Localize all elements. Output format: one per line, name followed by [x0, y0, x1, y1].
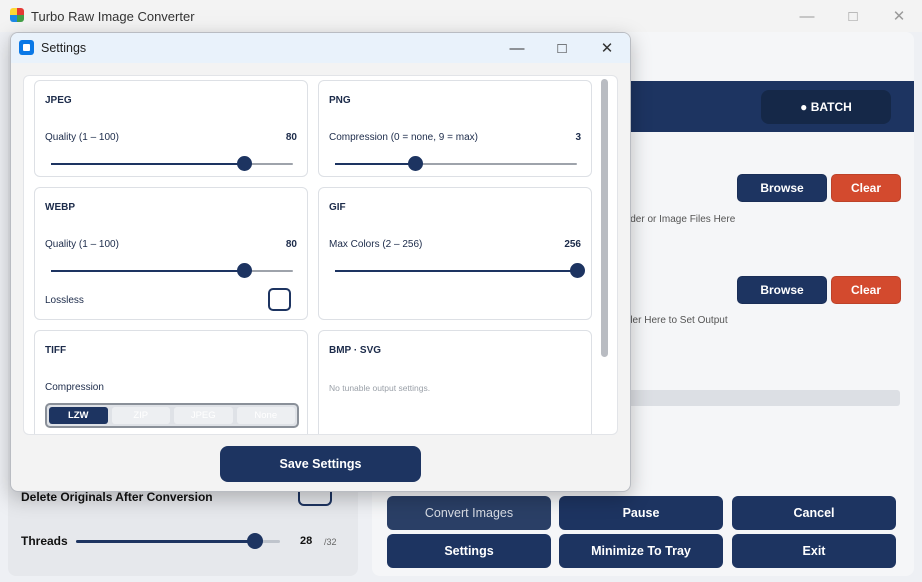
batch-mode-button[interactable]: ● BATCH [761, 90, 891, 124]
gif-colors-label: Max Colors (2 – 256) [329, 239, 423, 250]
maximize-icon[interactable]: □ [830, 0, 876, 32]
jpeg-quality-value: 80 [285, 132, 297, 143]
gif-card: GIF Max Colors (2 – 256) 256 [318, 187, 592, 320]
output-clear-button[interactable]: Clear [831, 276, 901, 304]
minimize-to-tray-button[interactable]: Minimize To Tray [559, 534, 723, 568]
save-settings-button[interactable]: Save Settings [220, 446, 421, 482]
settings-dialog: Settings — □ ✕ JPEG Quality (1 – 100) 80… [10, 32, 631, 492]
dialog-maximize-icon[interactable]: □ [539, 33, 585, 63]
jpeg-slider-fill [51, 163, 245, 165]
gif-colors-value: 256 [564, 239, 581, 250]
tiff-option-none[interactable]: None [236, 407, 295, 424]
png-card: PNG Compression (0 = none, 9 = max) 3 [318, 80, 592, 177]
png-compression-slider[interactable] [335, 156, 577, 171]
close-icon[interactable]: ✕ [876, 0, 922, 32]
input-clear-button[interactable]: Clear [831, 174, 901, 202]
settings-titlebar: Settings — □ ✕ [11, 33, 630, 63]
dialog-close-icon[interactable]: ✕ [584, 33, 630, 63]
webp-title: WEBP [45, 202, 75, 213]
tiff-title: TIFF [45, 345, 67, 356]
jpeg-quality-label: Quality (1 – 100) [45, 132, 119, 143]
png-slider-thumb[interactable] [408, 156, 424, 171]
input-browse-button[interactable]: Browse [737, 174, 827, 202]
threads-max: /32 [324, 537, 337, 547]
output-drop-hint: der Here to Set Output [627, 315, 728, 326]
gif-title: GIF [329, 202, 346, 213]
jpeg-card: JPEG Quality (1 – 100) 80 [34, 80, 308, 177]
convert-images-button[interactable]: Convert Images [387, 496, 551, 530]
threads-slider-fill [76, 540, 255, 543]
bmp-svg-note: No tunable output settings. [329, 383, 431, 393]
pause-button[interactable]: Pause [559, 496, 723, 530]
settings-title: Settings [41, 41, 87, 55]
app-title: Turbo Raw Image Converter [31, 9, 195, 24]
webp-card: WEBP Quality (1 – 100) 80 Lossless [34, 187, 308, 320]
cancel-button[interactable]: Cancel [732, 496, 896, 530]
gif-slider-thumb[interactable] [569, 263, 585, 278]
exit-button[interactable]: Exit [732, 534, 896, 568]
jpeg-slider-thumb[interactable] [237, 156, 253, 171]
settings-window-icon [19, 40, 34, 55]
tiff-option-zip[interactable]: ZIP [111, 407, 170, 424]
settings-scrollbar[interactable] [601, 79, 608, 357]
dialog-minimize-icon[interactable]: — [494, 33, 540, 63]
png-slider-fill [335, 163, 416, 165]
minimize-icon[interactable]: — [784, 0, 830, 32]
png-compression-value: 3 [575, 132, 581, 143]
settings-button[interactable]: Settings [387, 534, 551, 568]
bmp-svg-card: BMP · SVG No tunable output settings. [318, 330, 592, 434]
webp-lossless-checkbox[interactable] [268, 288, 291, 311]
threads-label: Threads [21, 534, 68, 548]
gif-colors-slider[interactable] [335, 263, 585, 278]
webp-quality-value: 80 [285, 239, 297, 250]
webp-lossless-label: Lossless [45, 295, 84, 306]
settings-scroll-area[interactable]: JPEG Quality (1 – 100) 80 PNG Compressio… [23, 75, 618, 435]
webp-slider-thumb[interactable] [237, 263, 253, 278]
delete-originals-label: Delete Originals After Conversion [21, 490, 213, 504]
webp-slider-fill [51, 270, 245, 272]
progress-bar [628, 390, 900, 406]
png-title: PNG [329, 95, 351, 106]
tiff-option-lzw[interactable]: LZW [49, 407, 108, 424]
tiff-card: TIFF Compression LZW ZIP JPEG None [34, 330, 308, 434]
threads-slider-thumb[interactable] [246, 533, 263, 549]
output-browse-button[interactable]: Browse [737, 276, 827, 304]
input-drop-hint: lder or Image Files Here [628, 214, 736, 225]
jpeg-title: JPEG [45, 95, 72, 106]
tiff-option-jpeg[interactable]: JPEG [174, 407, 233, 424]
webp-quality-label: Quality (1 – 100) [45, 239, 119, 250]
main-titlebar: Turbo Raw Image Converter — □ ✕ [0, 0, 922, 32]
png-compression-label: Compression (0 = none, 9 = max) [329, 132, 478, 143]
tiff-compression-label: Compression [45, 382, 104, 393]
gif-slider-fill [335, 270, 577, 272]
threads-value: 28 [300, 535, 313, 547]
jpeg-quality-slider[interactable] [51, 156, 293, 171]
tiff-compression-selector[interactable]: LZW ZIP JPEG None [45, 403, 299, 428]
webp-quality-slider[interactable] [51, 263, 293, 278]
app-icon [10, 8, 24, 22]
bmp-svg-title: BMP · SVG [329, 345, 382, 356]
